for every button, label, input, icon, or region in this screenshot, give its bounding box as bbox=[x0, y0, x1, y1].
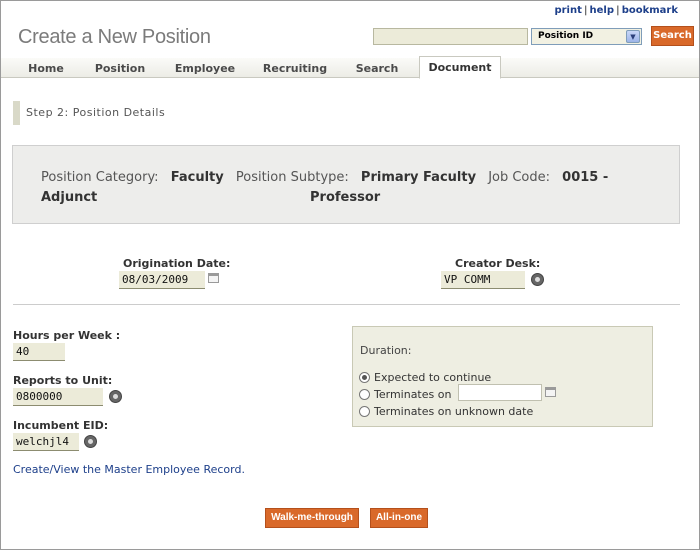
reports-to-unit-field[interactable]: 0800000 bbox=[13, 388, 103, 406]
terminates-date-input[interactable] bbox=[458, 384, 542, 401]
origination-date-field[interactable]: 08/03/2009 bbox=[119, 271, 205, 289]
creator-desk-field[interactable]: VP COMM bbox=[441, 271, 525, 289]
master-employee-record-link[interactable]: Create/View the Master Employee Record. bbox=[13, 463, 245, 476]
origination-date-label: Origination Date: bbox=[123, 257, 231, 270]
reports-to-unit-label: Reports to Unit: bbox=[13, 374, 113, 387]
jobcode-label: Job Code: bbox=[488, 170, 551, 185]
position-category-box: Position Category: Faculty Position Subt… bbox=[12, 145, 680, 224]
search-input[interactable] bbox=[373, 28, 528, 45]
duration-box: Duration: Expected to continue Terminate… bbox=[352, 326, 653, 427]
search-button[interactable]: Search bbox=[651, 26, 694, 46]
link-separator: | bbox=[616, 5, 620, 16]
calendar-icon[interactable] bbox=[545, 387, 556, 397]
category-label: Position Category: bbox=[41, 170, 159, 185]
duration-title: Duration: bbox=[360, 344, 412, 357]
magnifier-icon[interactable] bbox=[531, 273, 544, 286]
page-title: Create a New Position bbox=[18, 26, 211, 48]
radio-terminates-on[interactable] bbox=[359, 389, 370, 400]
creator-desk-label: Creator Desk: bbox=[455, 257, 541, 270]
help-link[interactable]: help bbox=[590, 5, 615, 16]
section-divider bbox=[13, 304, 680, 305]
incumbent-eid-label: Incumbent EID: bbox=[13, 419, 109, 432]
dropdown-arrow-icon[interactable]: ▼ bbox=[626, 30, 640, 43]
bookmark-link[interactable]: bookmark bbox=[622, 5, 678, 16]
category-value: Faculty bbox=[170, 170, 224, 185]
calendar-icon[interactable] bbox=[208, 273, 219, 283]
radio-terminates-unknown[interactable] bbox=[359, 406, 370, 417]
walk-me-through-button[interactable]: Walk-me-through bbox=[265, 508, 359, 528]
tab-bar: Home Position Employee Recruiting Search… bbox=[1, 56, 699, 79]
tab-position[interactable]: Position bbox=[89, 58, 151, 78]
radio-expected-to-continue[interactable] bbox=[359, 372, 370, 383]
hours-per-week-label: Hours per Week : bbox=[13, 329, 121, 342]
step-label: Step 2: Position Details bbox=[13, 101, 165, 125]
subtype-label: Position Subtype: bbox=[235, 170, 349, 185]
search-type-select[interactable]: Position ID ▼ bbox=[531, 28, 642, 45]
tab-document[interactable]: Document bbox=[419, 56, 501, 79]
radio-label: Terminates on bbox=[374, 388, 452, 401]
tab-employee[interactable]: Employee bbox=[167, 58, 243, 78]
utility-links: print | help | bookmark bbox=[554, 5, 678, 16]
tab-search[interactable]: Search bbox=[347, 58, 407, 78]
hours-per-week-field[interactable]: 40 bbox=[13, 343, 65, 361]
jobcode-value-line2: Professor bbox=[310, 190, 381, 205]
all-in-one-button[interactable]: All-in-one bbox=[370, 508, 428, 528]
subtype-value: Primary Faculty bbox=[360, 170, 477, 185]
incumbent-eid-field[interactable]: welchjl4 bbox=[13, 433, 79, 451]
tab-home[interactable]: Home bbox=[15, 58, 77, 78]
radio-label: Expected to continue bbox=[374, 371, 492, 384]
magnifier-icon[interactable] bbox=[84, 435, 97, 448]
magnifier-icon[interactable] bbox=[109, 390, 122, 403]
tab-recruiting[interactable]: Recruiting bbox=[257, 58, 333, 78]
radio-label: Terminates on unknown date bbox=[374, 405, 534, 418]
print-link[interactable]: print bbox=[554, 5, 581, 16]
search-type-value: Position ID bbox=[538, 31, 594, 41]
link-separator: | bbox=[583, 5, 588, 16]
